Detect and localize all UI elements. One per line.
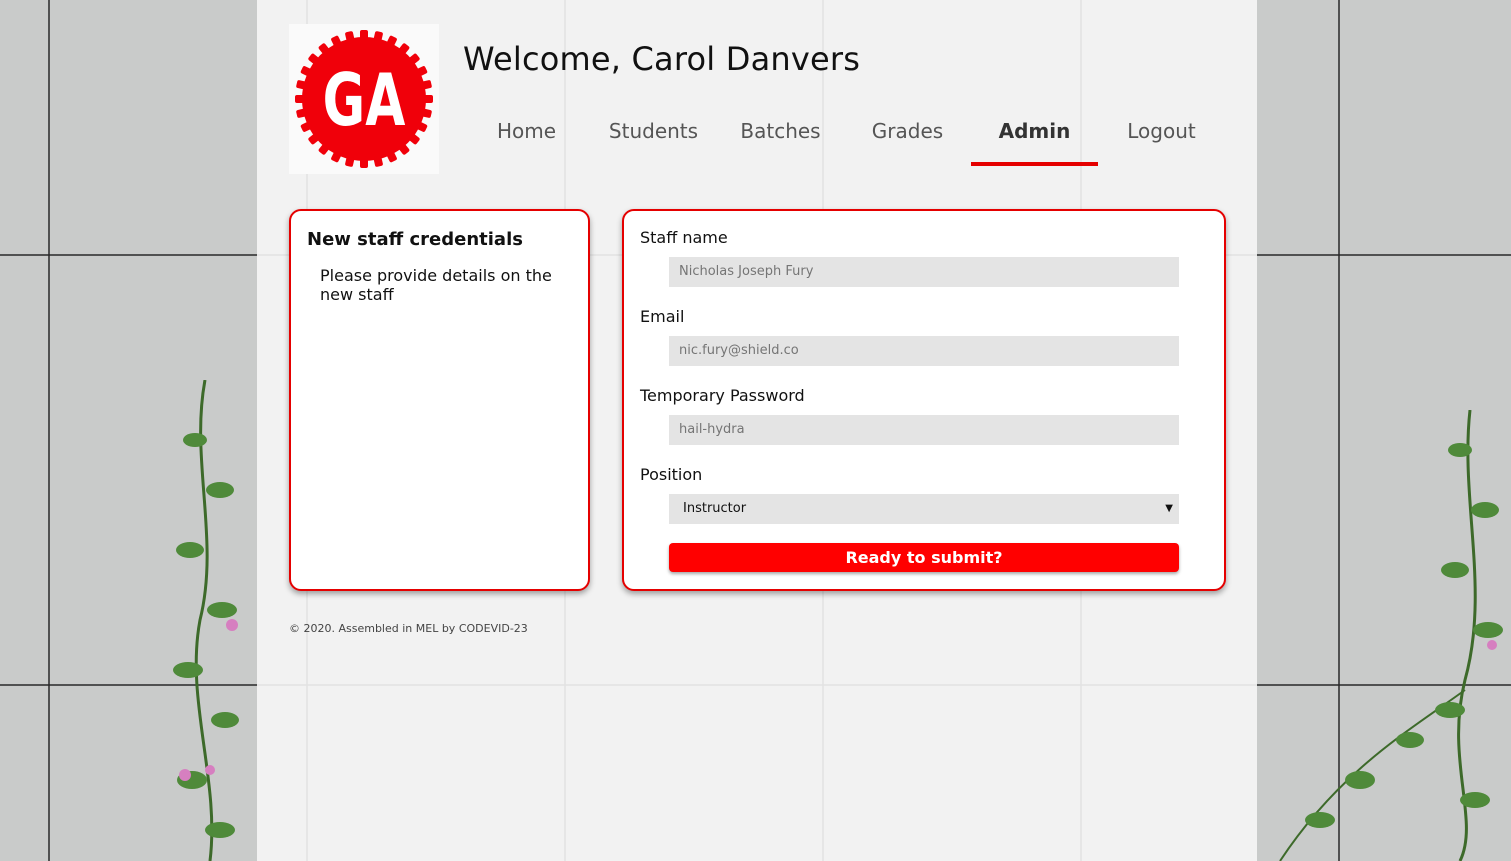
staff-name-input[interactable] (669, 257, 1179, 287)
nav-item-home[interactable]: Home (463, 110, 590, 162)
chevron-down-icon: ▼ (1165, 503, 1173, 514)
footer-text: © 2020. Assembled in MEL by CODEVID-23 (289, 622, 528, 635)
info-card-title: New staff credentials (307, 229, 523, 250)
staff-form-card: Staff name Email Temporary Password Posi… (622, 209, 1226, 591)
logo-text: GA (323, 58, 406, 142)
vine-right-decoration (1279, 410, 1503, 861)
position-select[interactable]: Instructor ▼ (669, 494, 1179, 524)
email-label: Email (640, 307, 685, 326)
vine-left-decoration (173, 380, 239, 861)
password-input[interactable] (669, 415, 1179, 445)
nav-item-students[interactable]: Students (590, 110, 717, 162)
info-card: New staff credentials Please provide det… (289, 209, 590, 591)
nav-item-grades[interactable]: Grades (844, 110, 971, 162)
password-label: Temporary Password (640, 386, 805, 405)
logo-gear-tooth (423, 95, 433, 103)
email-input[interactable] (669, 336, 1179, 366)
submit-button[interactable]: Ready to submit? (669, 543, 1179, 572)
logo-gear-tooth (360, 158, 368, 168)
nav-item-batches[interactable]: Batches (717, 110, 844, 162)
info-card-description: Please provide details on the new staff (320, 266, 552, 304)
logo-gear-tooth (295, 95, 305, 103)
logo-gear-tooth (360, 30, 368, 40)
ga-logo-icon: GA (295, 30, 433, 168)
page-title: Welcome, Carol Danvers (463, 40, 861, 78)
staff-name-label: Staff name (640, 228, 728, 247)
position-selected-value: Instructor (683, 501, 747, 516)
nav-item-admin[interactable]: Admin (971, 110, 1098, 166)
ga-logo[interactable]: GA (289, 24, 439, 174)
main-nav: Home Students Batches Grades Admin Logou… (463, 110, 1226, 166)
nav-item-logout[interactable]: Logout (1098, 110, 1225, 162)
position-label: Position (640, 465, 703, 484)
